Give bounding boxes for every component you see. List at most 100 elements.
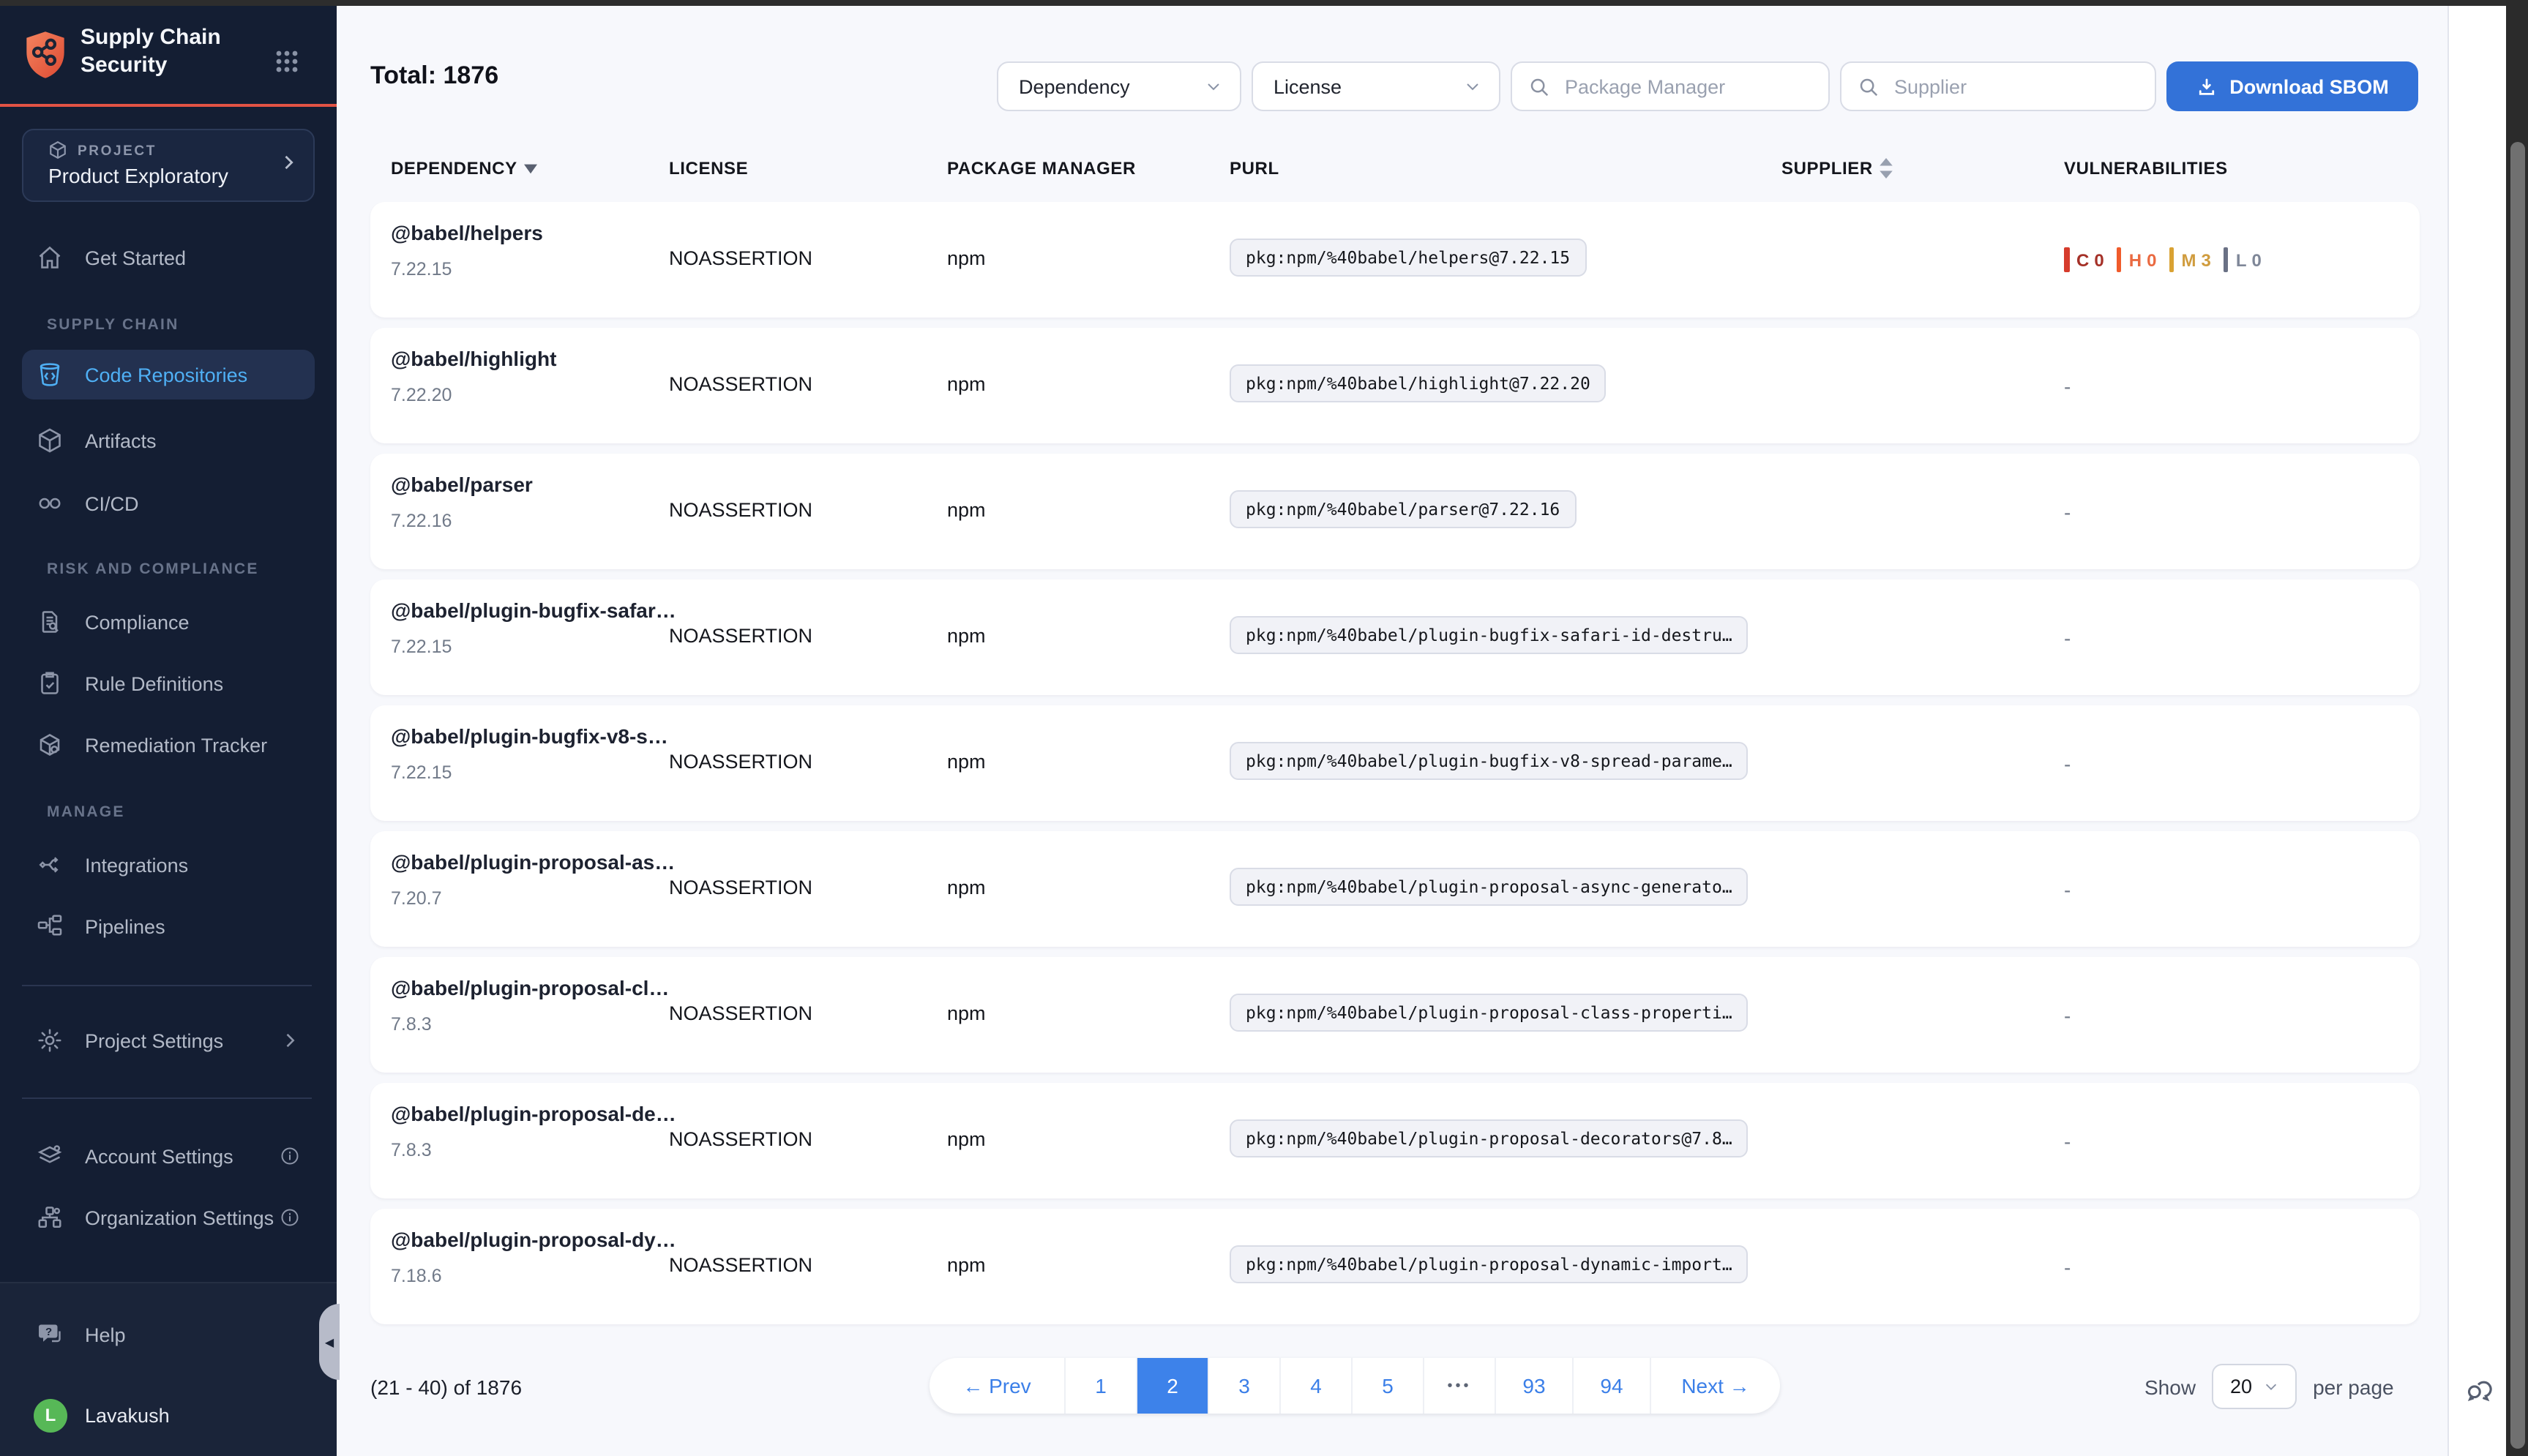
sidebar-item-integrations[interactable]: Integrations bbox=[22, 840, 315, 890]
sidebar-item-organization-settings[interactable]: Organization Settings bbox=[22, 1193, 315, 1242]
pagination-page-2-active[interactable]: 2 bbox=[1137, 1358, 1209, 1414]
purl-pill[interactable]: pkg:npm/%40babel/plugin-bugfix-safari-id… bbox=[1230, 616, 1749, 654]
sidebar-item-cicd[interactable]: CI/CD bbox=[22, 479, 315, 528]
chat-bubbles-icon[interactable] bbox=[2464, 1373, 2494, 1403]
purl-pill[interactable]: pkg:npm/%40babel/plugin-proposal-async-g… bbox=[1230, 868, 1749, 906]
split-arrows-icon bbox=[37, 852, 63, 878]
pagination-page-3[interactable]: 3 bbox=[1209, 1358, 1281, 1414]
purl-pill[interactable]: pkg:npm/%40babel/helpers@7.22.15 bbox=[1230, 239, 1586, 277]
total-count: Total: 1876 bbox=[370, 61, 498, 91]
chevron-right-icon bbox=[278, 152, 299, 173]
project-name: Product Exploratory bbox=[48, 164, 228, 187]
info-icon[interactable] bbox=[280, 1146, 300, 1166]
sidebar-item-artifacts[interactable]: Artifacts bbox=[22, 416, 315, 465]
table-row[interactable]: @babel/helpers 7.22.15 NOASSERTION npm p… bbox=[370, 202, 2420, 318]
table-row[interactable]: @babel/plugin-proposal-de… 7.8.3 NOASSER… bbox=[370, 1083, 2420, 1198]
user-menu[interactable]: L Lavakush bbox=[22, 1390, 315, 1440]
pipeline-icon bbox=[37, 913, 63, 939]
severity-high-badge: H0 bbox=[2117, 247, 2158, 272]
dependency-version: 7.22.15 bbox=[391, 637, 662, 657]
search-icon bbox=[1858, 76, 1880, 98]
dependency-version: 7.20.7 bbox=[391, 888, 662, 909]
pagination-ellipsis[interactable]: ••• bbox=[1424, 1358, 1496, 1414]
search-icon bbox=[1528, 76, 1550, 98]
license-filter-select[interactable]: License bbox=[1252, 61, 1500, 111]
vertical-scrollbar[interactable] bbox=[2506, 0, 2528, 1456]
sidebar-item-label: Get Started bbox=[85, 247, 186, 269]
sidebar-item-account-settings[interactable]: Account Settings bbox=[22, 1131, 315, 1181]
dependency-version: 7.22.20 bbox=[391, 385, 662, 405]
info-icon[interactable] bbox=[280, 1207, 300, 1228]
table-row[interactable]: @babel/plugin-proposal-cl… 7.8.3 NOASSER… bbox=[370, 957, 2420, 1073]
sidebar-item-remediation-tracker[interactable]: Remediation Tracker bbox=[22, 720, 315, 770]
table-row[interactable]: @babel/parser 7.22.16 NOASSERTION npm pk… bbox=[370, 454, 2420, 569]
download-sbom-label: Download SBOM bbox=[2229, 75, 2389, 97]
license-filter-value: License bbox=[1274, 75, 1342, 97]
sidebar-item-label: Project Settings bbox=[85, 1029, 223, 1051]
cube-icon bbox=[37, 427, 63, 454]
column-header-supplier[interactable]: SUPPLIER bbox=[1781, 158, 1893, 179]
pagination-page-1[interactable]: 1 bbox=[1066, 1358, 1137, 1414]
document-search-icon bbox=[37, 609, 63, 635]
per-page-select[interactable]: 20 bbox=[2212, 1364, 2297, 1409]
app-grid-icon[interactable] bbox=[275, 50, 299, 73]
sidebar-item-help[interactable]: ? Help bbox=[22, 1310, 315, 1359]
severity-bar bbox=[2064, 247, 2069, 272]
package-manager-value: npm bbox=[947, 877, 986, 898]
purl-pill[interactable]: pkg:npm/%40babel/plugin-bugfix-v8-spread… bbox=[1230, 742, 1749, 780]
project-selector[interactable]: PROJECT Product Exploratory bbox=[22, 129, 315, 202]
purl-pill[interactable]: pkg:npm/%40babel/highlight@7.22.20 bbox=[1230, 364, 1607, 402]
dependency-name: @babel/plugin-bugfix-v8-s… bbox=[391, 724, 662, 748]
sidebar-item-label: Pipelines bbox=[85, 915, 165, 937]
table-row[interactable]: @babel/plugin-proposal-dy… 7.18.6 NOASSE… bbox=[370, 1209, 2420, 1324]
table-row[interactable]: @babel/plugin-bugfix-safar… 7.22.15 NOAS… bbox=[370, 579, 2420, 695]
sidebar-item-project-settings[interactable]: Project Settings bbox=[22, 1016, 315, 1065]
sidebar-item-rule-definitions[interactable]: Rule Definitions bbox=[22, 658, 315, 708]
sidebar-collapse-handle[interactable]: ◀ bbox=[319, 1304, 340, 1380]
sidebar: Supply Chain Security PROJECT Product Ex… bbox=[0, 6, 337, 1456]
table-row[interactable]: @babel/plugin-bugfix-v8-s… 7.22.15 NOASS… bbox=[370, 705, 2420, 821]
pagination-page-94[interactable]: 94 bbox=[1574, 1358, 1651, 1414]
dependency-filter-select[interactable]: Dependency bbox=[997, 61, 1241, 111]
pagination-page-5[interactable]: 5 bbox=[1353, 1358, 1424, 1414]
pagination-page-93[interactable]: 93 bbox=[1496, 1358, 1574, 1414]
package-manager-value: npm bbox=[947, 625, 986, 647]
chevron-right-icon bbox=[280, 1030, 300, 1051]
clipboard-check-icon bbox=[37, 670, 63, 697]
purl-pill[interactable]: pkg:npm/%40babel/parser@7.22.16 bbox=[1230, 490, 1576, 528]
column-header-package-manager: PACKAGE MANAGER bbox=[947, 158, 1136, 179]
sidebar-item-label: CI/CD bbox=[85, 492, 139, 514]
license-value: NOASSERTION bbox=[669, 247, 812, 269]
purl-pill[interactable]: pkg:npm/%40babel/plugin-proposal-decorat… bbox=[1230, 1119, 1749, 1157]
org-chart-gear-icon bbox=[37, 1204, 63, 1231]
package-manager-value: npm bbox=[947, 1002, 986, 1024]
vulnerability-badges: C0 H0 M3 L0 bbox=[2064, 202, 2274, 318]
project-label: PROJECT bbox=[78, 143, 157, 160]
show-label: Show bbox=[2144, 1375, 2196, 1398]
package-manager-search-input[interactable] bbox=[1562, 74, 1828, 99]
dependency-version: 7.18.6 bbox=[391, 1266, 662, 1286]
sidebar-item-get-started[interactable]: Get Started bbox=[22, 233, 315, 282]
purl-pill[interactable]: pkg:npm/%40babel/plugin-proposal-dynamic… bbox=[1230, 1245, 1749, 1283]
scrollbar-thumb[interactable] bbox=[2510, 142, 2524, 1449]
sidebar-item-code-repositories[interactable]: Code Repositories bbox=[22, 350, 315, 399]
pagination-next-button[interactable]: Next → bbox=[1651, 1358, 1780, 1414]
package-manager-value: npm bbox=[947, 1128, 986, 1150]
severity-critical-badge: C0 bbox=[2064, 247, 2105, 272]
pagination-prev-button[interactable]: ← Prev bbox=[930, 1358, 1066, 1414]
sidebar-item-label: Code Repositories bbox=[85, 364, 247, 386]
table-row[interactable]: @babel/plugin-proposal-as… 7.20.7 NOASSE… bbox=[370, 831, 2420, 947]
pagination-page-4[interactable]: 4 bbox=[1281, 1358, 1353, 1414]
sidebar-item-label: Integrations bbox=[85, 854, 188, 876]
sidebar-item-label: Artifacts bbox=[85, 429, 157, 451]
severity-low-badge: L0 bbox=[2224, 247, 2262, 272]
purl-pill[interactable]: pkg:npm/%40babel/plugin-proposal-class-p… bbox=[1230, 994, 1749, 1032]
download-sbom-button[interactable]: Download SBOM bbox=[2166, 61, 2418, 111]
sidebar-item-compliance[interactable]: Compliance bbox=[22, 597, 315, 647]
supplier-search-input[interactable] bbox=[1891, 74, 2155, 99]
dependency-name: @babel/plugin-proposal-dy… bbox=[391, 1228, 662, 1251]
sidebar-item-pipelines[interactable]: Pipelines bbox=[22, 901, 315, 951]
table-row[interactable]: @babel/highlight 7.22.20 NOASSERTION npm… bbox=[370, 328, 2420, 443]
column-header-dependency[interactable]: DEPENDENCY bbox=[391, 158, 538, 179]
app-window: Supply Chain Security PROJECT Product Ex… bbox=[0, 0, 2528, 1456]
